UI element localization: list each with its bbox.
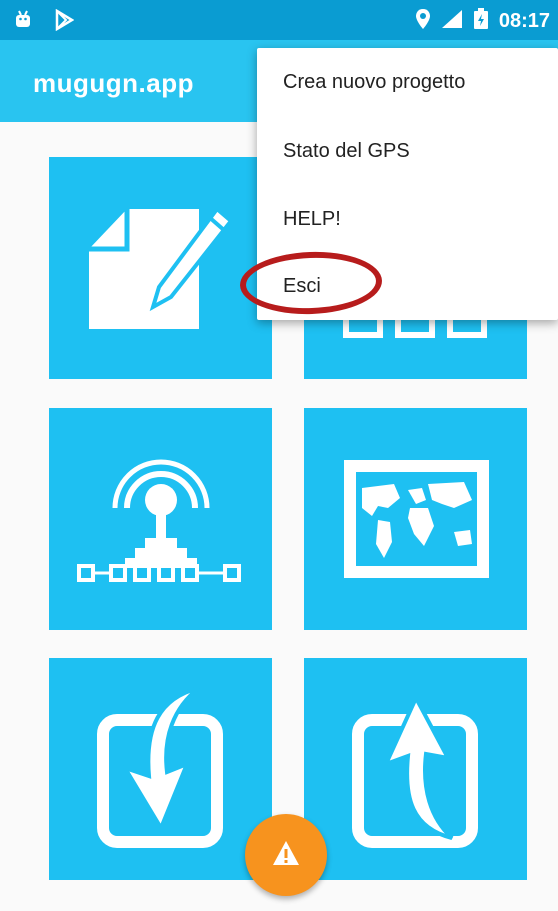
warning-fab-button[interactable] bbox=[245, 814, 327, 896]
app-title: mugugn.app bbox=[33, 68, 194, 98]
import-tile[interactable] bbox=[49, 658, 272, 880]
play-store-icon bbox=[54, 8, 75, 36]
edit-document-icon bbox=[89, 206, 234, 329]
warning-icon bbox=[273, 841, 299, 865]
menu-item-help[interactable]: HELP! bbox=[283, 208, 341, 231]
upload-arrow-icon bbox=[352, 693, 478, 848]
menu-item-gps-status[interactable]: Stato del GPS bbox=[283, 140, 410, 163]
clock: 08:17 bbox=[498, 10, 550, 32]
menu-item-new-project[interactable]: Crea nuovo progetto bbox=[283, 71, 465, 94]
status-right-icons: 08:17 bbox=[415, 8, 550, 35]
map-tile[interactable] bbox=[304, 408, 527, 630]
gps-tile[interactable] bbox=[49, 408, 272, 630]
status-bar: 08:17 bbox=[0, 0, 558, 40]
gps-antenna-icon bbox=[77, 459, 241, 582]
signal-icon bbox=[441, 9, 463, 34]
world-map-icon bbox=[344, 460, 489, 578]
android-icon bbox=[14, 9, 32, 36]
location-icon bbox=[415, 8, 431, 35]
export-tile[interactable] bbox=[304, 658, 527, 880]
new-project-tile[interactable] bbox=[49, 157, 272, 379]
download-arrow-icon bbox=[97, 686, 223, 848]
status-left-icons bbox=[14, 8, 75, 36]
battery-icon bbox=[473, 8, 489, 35]
